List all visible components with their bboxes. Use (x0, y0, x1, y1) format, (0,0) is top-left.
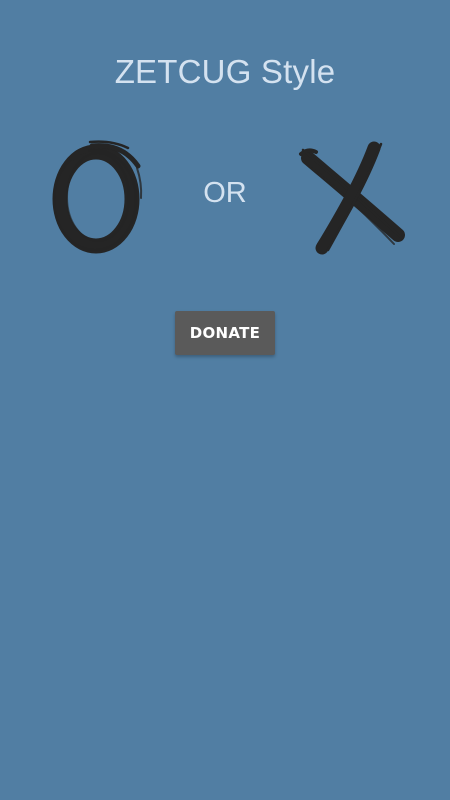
screen-title: ZETCUG Style (114, 53, 336, 90)
choose-o-button[interactable] (42, 138, 152, 258)
brush-o-icon (52, 140, 143, 254)
player-choice-screen: ZETCUG Style OR DONATE (0, 0, 450, 800)
or-label: OR (203, 177, 247, 209)
donate-button[interactable]: DONATE (175, 311, 275, 355)
choose-x-button[interactable] (298, 140, 408, 255)
brush-x-icon (299, 141, 405, 255)
